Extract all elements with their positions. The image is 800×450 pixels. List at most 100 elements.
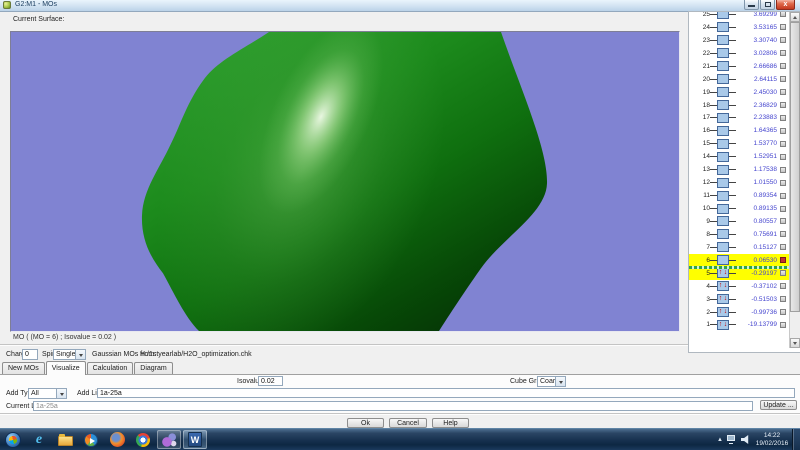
isovalue-input[interactable] xyxy=(258,376,283,386)
mo-row-6[interactable]: 60.06530 xyxy=(689,254,789,267)
taskbar-ie-button[interactable]: e xyxy=(27,430,51,449)
mo-number: 18 xyxy=(689,102,710,109)
mo-surface-viewport[interactable] xyxy=(10,31,680,332)
taskbar-chrome-button[interactable] xyxy=(131,430,155,449)
mo-visible-checkbox-18[interactable] xyxy=(780,102,786,108)
spin-down-icon: ↓ xyxy=(723,282,728,290)
mo-row-4[interactable]: 4↑↓-0.37102 xyxy=(689,280,789,293)
mo-row-19[interactable]: 192.45030 xyxy=(689,86,789,99)
mo-row-23[interactable]: 233.30740 xyxy=(689,34,789,47)
maximize-button[interactable] xyxy=(760,0,775,10)
help-button[interactable]: Help xyxy=(432,418,469,428)
scroll-up-button[interactable] xyxy=(790,12,800,22)
taskbar-firefox-button[interactable] xyxy=(105,430,129,449)
mo-row-1[interactable]: 1↑↓-19.13799 xyxy=(689,319,789,332)
mo-row-7[interactable]: 70.15127 xyxy=(689,241,789,254)
mo-visible-checkbox-19[interactable] xyxy=(780,89,786,95)
scroll-down-button[interactable] xyxy=(790,338,800,348)
mo-row-18[interactable]: 182.36829 xyxy=(689,99,789,112)
mo-box-virtual xyxy=(717,255,729,265)
charge-input[interactable] xyxy=(22,349,38,360)
titlebar[interactable]: G2:M1 - MOs x xyxy=(0,0,800,12)
chevron-down-icon xyxy=(79,354,83,359)
mo-number: 12 xyxy=(689,179,710,186)
mo-row-2[interactable]: 2↑↓-0.99736 xyxy=(689,306,789,319)
mo-row-9[interactable]: 90.80557 xyxy=(689,215,789,228)
taskbar-wmp-button[interactable] xyxy=(79,430,103,449)
mo-visible-checkbox-15[interactable] xyxy=(780,141,786,147)
add-type-dropdown[interactable]: All xyxy=(28,388,67,399)
hidden-icons-arrow[interactable]: ▲ xyxy=(715,437,725,443)
mo-row-5[interactable]: 5↑↓-0.29197 xyxy=(689,267,789,280)
mo-row-17[interactable]: 172.23883 xyxy=(689,112,789,125)
mo-visible-checkbox-24[interactable] xyxy=(780,24,786,30)
cancel-button[interactable]: Cancel xyxy=(389,418,427,428)
volume-icon[interactable] xyxy=(741,435,750,444)
ok-button[interactable]: Ok xyxy=(347,418,384,428)
scrollbar-thumb[interactable] xyxy=(790,22,800,312)
mo-visible-checkbox-9[interactable] xyxy=(780,218,786,224)
mo-row-8[interactable]: 80.75691 xyxy=(689,228,789,241)
mo-row-11[interactable]: 110.89354 xyxy=(689,189,789,202)
mo-row-15[interactable]: 151.53770 xyxy=(689,137,789,150)
mo-row-21[interactable]: 212.66686 xyxy=(689,60,789,73)
level-line xyxy=(710,117,717,118)
mo-row-20[interactable]: 202.64115 xyxy=(689,73,789,86)
level-line xyxy=(729,40,736,41)
taskbar-explorer-button[interactable] xyxy=(53,430,77,449)
spin-dropdown-button[interactable] xyxy=(75,350,85,359)
mo-visible-checkbox-5[interactable] xyxy=(780,270,786,276)
mo-visible-checkbox-21[interactable] xyxy=(780,63,786,69)
mo-row-14[interactable]: 141.52951 xyxy=(689,150,789,163)
add-type-dropdown-button[interactable] xyxy=(56,389,66,398)
mo-visible-checkbox-11[interactable] xyxy=(780,193,786,199)
mo-visible-checkbox-25[interactable] xyxy=(780,11,786,17)
mo-visible-checkbox-13[interactable] xyxy=(780,167,786,173)
mo-row-13[interactable]: 131.17538 xyxy=(689,163,789,176)
spin-dropdown[interactable]: Singlet xyxy=(53,349,86,360)
mo-row-24[interactable]: 243.53165 xyxy=(689,21,789,34)
level-line xyxy=(729,143,736,144)
tab-visualize[interactable]: Visualize xyxy=(46,361,86,375)
taskbar-start-button[interactable] xyxy=(1,430,25,449)
level-line xyxy=(710,324,717,325)
mo-visible-checkbox-12[interactable] xyxy=(780,180,786,186)
mo-row-25[interactable]: 253.69299 xyxy=(689,11,789,21)
mo-row-10[interactable]: 100.89135 xyxy=(689,202,789,215)
mo-row-16[interactable]: 161.64365 xyxy=(689,124,789,137)
current-list-input[interactable] xyxy=(33,401,753,411)
mo-list-scrollbar[interactable] xyxy=(789,12,800,348)
mo-visible-checkbox-20[interactable] xyxy=(780,76,786,82)
mo-visible-checkbox-17[interactable] xyxy=(780,115,786,121)
mo-visible-checkbox-23[interactable] xyxy=(780,37,786,43)
mo-visible-checkbox-8[interactable] xyxy=(780,231,786,237)
mo-visible-checkbox-6[interactable] xyxy=(780,257,786,263)
mo-row-12[interactable]: 121.01550 xyxy=(689,176,789,189)
show-desktop-button[interactable] xyxy=(792,429,800,450)
mo-visible-checkbox-4[interactable] xyxy=(780,283,786,289)
cube-grid-dropdown-button[interactable] xyxy=(555,377,565,386)
mo-visible-checkbox-7[interactable] xyxy=(780,244,786,250)
cube-grid-dropdown[interactable]: Coarse xyxy=(537,376,566,387)
mo-visible-checkbox-3[interactable] xyxy=(780,296,786,302)
update-button[interactable]: Update ... xyxy=(760,400,797,410)
minimize-button[interactable] xyxy=(744,0,759,10)
mo-row-3[interactable]: 3↑↓-0.51503 xyxy=(689,293,789,306)
spin-down-icon: ↓ xyxy=(723,321,728,329)
taskbar-word-button[interactable] xyxy=(183,430,207,449)
mo-visible-checkbox-10[interactable] xyxy=(780,206,786,212)
mo-visible-checkbox-16[interactable] xyxy=(780,128,786,134)
mo-row-22[interactable]: 223.02806 xyxy=(689,47,789,60)
network-icon[interactable] xyxy=(727,435,737,444)
taskbar-clock[interactable]: 14:22 19/02/2016 xyxy=(754,432,790,448)
level-line xyxy=(729,221,736,222)
close-icon: x xyxy=(777,0,794,9)
mo-visible-checkbox-1[interactable] xyxy=(780,322,786,328)
taskbar-gaussview-button[interactable] xyxy=(157,430,181,449)
mo-box-occupied: ↑↓ xyxy=(717,320,729,330)
mo-visible-checkbox-2[interactable] xyxy=(780,309,786,315)
add-list-input[interactable] xyxy=(97,388,795,398)
mo-visible-checkbox-14[interactable] xyxy=(780,154,786,160)
close-button[interactable]: x xyxy=(776,0,795,10)
mo-visible-checkbox-22[interactable] xyxy=(780,50,786,56)
